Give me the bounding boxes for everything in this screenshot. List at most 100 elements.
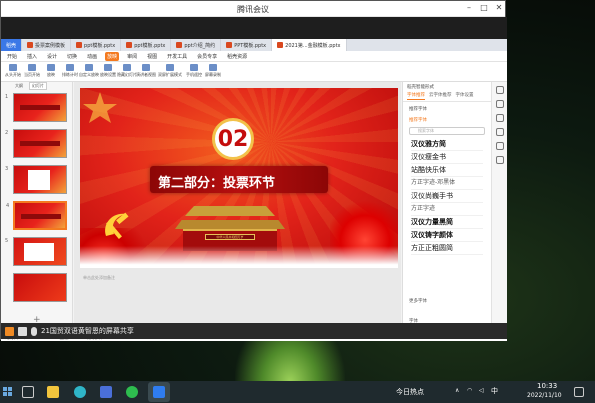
thumbnail-banner (20, 105, 60, 110)
tool-label: 放映 (47, 72, 55, 77)
ribbon-tab[interactable]: 会员专享 (195, 52, 219, 61)
property-icon[interactable] (495, 114, 504, 122)
speaker-icon[interactable]: ◁ (479, 387, 484, 394)
current-slide[interactable]: 02 第二部分：投票环节 中华人民共和国万岁 (80, 88, 398, 268)
clock-date[interactable]: 2022/11/10 (527, 392, 562, 399)
ribbon-tab[interactable]: 动画 (85, 52, 99, 61)
record-icon (209, 64, 217, 71)
slide-title[interactable]: 第二部分：投票环节 (158, 172, 275, 191)
presenter-view-button[interactable]: 演讲者视图 (136, 64, 156, 78)
pptx-icon (76, 42, 83, 48)
pptx-icon (126, 42, 133, 48)
font-search-input[interactable]: 搜索字体 (409, 127, 485, 135)
tab-document-active[interactable]: 2021第...金融模板.pptx (272, 39, 347, 51)
file-explorer-icon[interactable] (47, 386, 59, 398)
maximize-icon[interactable]: □ (478, 3, 490, 12)
tab-daoke[interactable]: 稻壳 (1, 39, 23, 51)
thumbnail-photo (28, 170, 50, 190)
edge-browser-icon[interactable] (74, 386, 86, 398)
slide-thumbnail[interactable]: 2 (5, 129, 67, 158)
gate-roof (185, 206, 275, 216)
ribbon-tab[interactable]: 开始 (5, 52, 19, 61)
font-item[interactable]: 汉仪雅方简 (411, 138, 483, 151)
wifi-icon[interactable]: ◠ (467, 387, 472, 394)
tab-cloud-font[interactable]: 云字体推荐 (429, 92, 452, 100)
font-item[interactable]: 汉仪瘦金书 (411, 151, 483, 164)
minimize-icon[interactable]: – (463, 3, 475, 12)
tab-font-recommend[interactable]: 字体推荐 (407, 92, 425, 100)
pptx-icon (27, 42, 34, 48)
tab-document[interactable]: ppt模板.pptx (71, 39, 122, 51)
selection-icon[interactable] (495, 86, 504, 94)
ribbon-tab[interactable]: 开发工具 (165, 52, 189, 61)
font-item[interactable]: 方正字迹 (411, 203, 483, 216)
input-method-indicator[interactable]: 中 (491, 386, 498, 396)
store-icon[interactable] (100, 386, 112, 398)
close-icon[interactable]: ✕ (493, 3, 505, 12)
font-item[interactable]: 汉仪力量黑简 (411, 216, 483, 229)
tab-document[interactable]: ppt介绍_简约 (171, 39, 222, 51)
tab-document[interactable]: ppt模板.pptx (121, 39, 172, 51)
white-wave-decoration (80, 246, 398, 268)
screen-record-button[interactable]: 屏幕录制 (205, 64, 221, 78)
ribbon-tab[interactable]: 设计 (45, 52, 59, 61)
tab-outline[interactable]: 大纲 (13, 83, 25, 89)
ribbon-tab[interactable]: 视图 (145, 52, 159, 61)
section-label: 推荐字体 (409, 118, 427, 123)
tab-font-settings[interactable]: 字体设置 (456, 92, 474, 100)
font-item[interactable]: 方正字迹-邓黑体 (411, 177, 483, 190)
dual-screen-button[interactable]: 双屏扩展模式 (157, 64, 183, 78)
tool-label: 排练计时 (62, 72, 78, 77)
slide-thumbnail[interactable] (13, 273, 67, 302)
slideshow-button[interactable]: 放映 (43, 64, 59, 78)
font-item[interactable]: 汉仪尚巍手书 (411, 190, 483, 203)
rehearse-timing-button[interactable]: 排练计时 (62, 64, 78, 78)
chevron-up-icon[interactable]: ∧ (455, 387, 459, 394)
animation-icon[interactable] (495, 128, 504, 136)
notes-area[interactable]: 单击此处添加备注 (80, 275, 398, 284)
more-icon[interactable] (495, 156, 504, 164)
ribbon-tab[interactable]: 插入 (25, 52, 39, 61)
show-settings-button[interactable]: 放映设置 (100, 64, 116, 78)
font-item[interactable]: 方正正粗圆简 (411, 242, 483, 255)
tab-document[interactable]: PPT模板.pptx (221, 39, 273, 51)
hammer-sickle-icon (105, 212, 129, 239)
tiananmen-illustration: 中华人民共和国万岁 (175, 206, 285, 251)
slide-thumbnail[interactable]: 1 (5, 93, 67, 122)
tab-label: 2021第...金融模板.pptx (285, 42, 341, 49)
font-icon[interactable] (495, 142, 504, 150)
phone-icon (190, 64, 198, 71)
ribbon-tab[interactable]: 审阅 (125, 52, 139, 61)
slide-thumbnail[interactable]: 3 (5, 165, 67, 194)
ribbon-tab-active[interactable]: 放映 (105, 51, 120, 61)
ribbon-tab[interactable]: 稻壳资源 (225, 52, 249, 61)
section-label: 推荐字体 (409, 107, 427, 112)
slide-thumbnail-selected[interactable]: 4 (6, 201, 67, 230)
play-icon (28, 64, 36, 71)
clock-time[interactable]: 10:33 (537, 382, 557, 390)
ribbon-tab[interactable]: 切换 (65, 52, 79, 61)
tab-label: 投票案例模板 (35, 42, 66, 49)
slide-thumbnail[interactable]: 5 (5, 237, 67, 266)
font-item[interactable]: 汉仪铸字颜体 (411, 229, 483, 242)
start-from-current-button[interactable]: 当页开始 (24, 64, 40, 78)
wechat-icon[interactable] (126, 386, 138, 398)
tab-document[interactable]: 投票案例模板 (22, 39, 72, 51)
custom-show-button[interactable]: 自定义放映 (79, 64, 99, 78)
shape-icon[interactable] (495, 100, 504, 108)
screen-share-bar: 21国贸双语黄智恩的屏幕共享 (1, 323, 507, 339)
microphone-icon[interactable] (31, 326, 37, 336)
tab-slides[interactable]: 幻灯片 (29, 82, 47, 90)
windows-start-icon[interactable] (3, 387, 13, 397)
start-from-beginning-button[interactable]: 从头开始 (5, 64, 21, 78)
hide-slide-button[interactable]: 隐藏幻灯片 (117, 64, 137, 78)
phone-remote-button[interactable]: 手机遥控 (186, 64, 202, 78)
hot-news-text[interactable]: 今日热点 (396, 387, 424, 397)
font-item[interactable]: 站酷快乐体 (411, 164, 483, 177)
task-view-icon[interactable] (22, 386, 34, 398)
notification-icon[interactable] (574, 387, 584, 397)
tencent-meeting-icon[interactable] (153, 386, 165, 398)
document-tab-strip: 稻壳 投票案例模板 ppt模板.pptx ppt模板.pptx ppt介绍_简约… (1, 39, 507, 51)
pptx-icon (277, 42, 284, 48)
more-fonts-link[interactable]: 更多字体 (409, 298, 427, 304)
